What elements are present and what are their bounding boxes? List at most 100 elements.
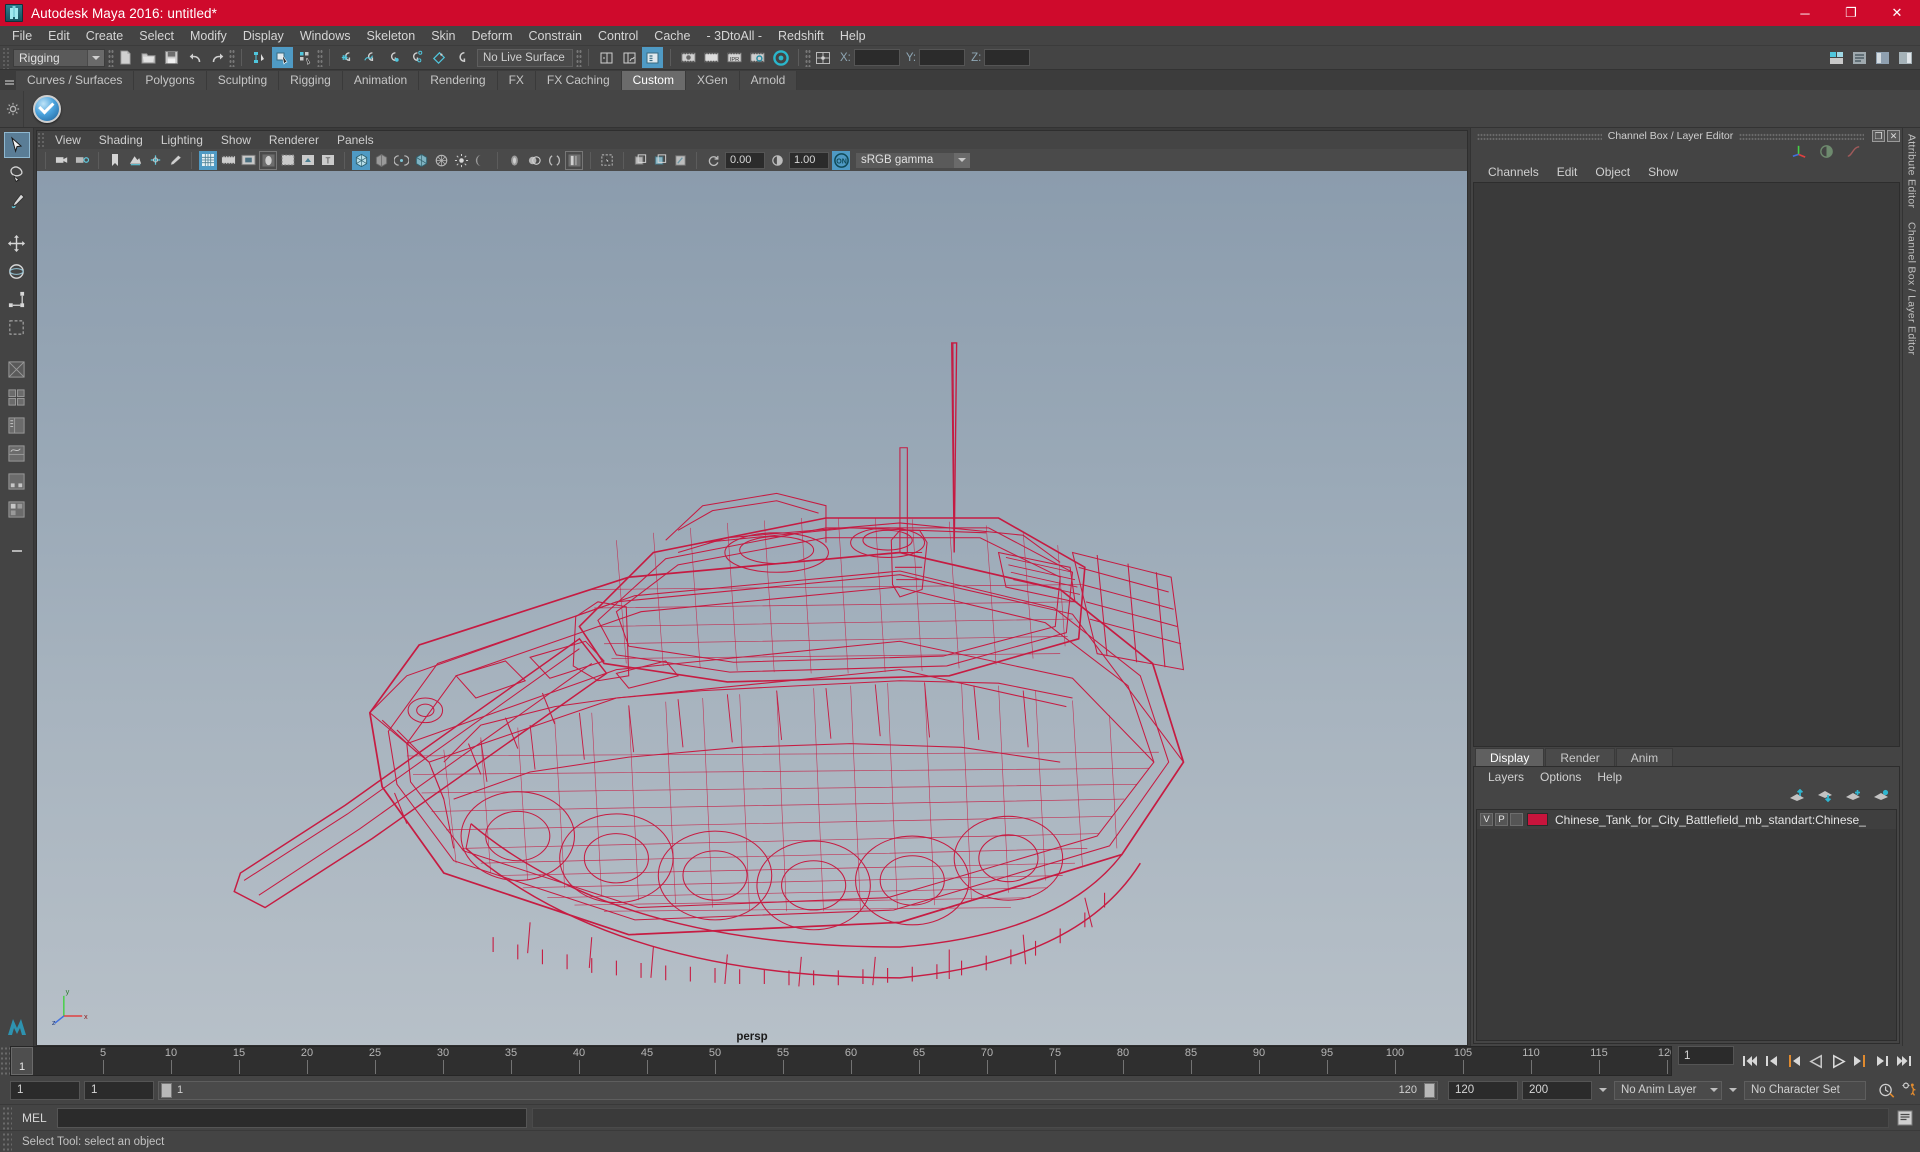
shelf-tab-fx-caching[interactable]: FX Caching [535, 71, 622, 90]
layer-name-label[interactable]: Chinese_Tank_for_City_Battlefield_mb_sta… [1555, 813, 1866, 827]
new-layer-icon[interactable] [1845, 789, 1861, 806]
menu-help[interactable]: Help [832, 26, 874, 46]
menu-redshift[interactable]: Redshift [770, 26, 832, 46]
layer-color-swatch[interactable] [1527, 813, 1548, 826]
menu-edit[interactable]: Edit [40, 26, 78, 46]
smooth-shade-all-icon[interactable] [372, 151, 390, 170]
ipr-render-button[interactable]: IPR [724, 47, 745, 68]
make-live-button[interactable] [452, 47, 473, 68]
smooth-shade-selected-icon[interactable] [392, 151, 410, 170]
animation-start-time-field[interactable]: 1 [10, 1080, 80, 1100]
shelf-tab-curves-surfaces[interactable]: Curves / Surfaces [16, 71, 135, 90]
menu-control[interactable]: Control [590, 26, 646, 46]
channelbox-menu-object[interactable]: Object [1586, 162, 1639, 182]
snap-to-point-button[interactable] [383, 47, 404, 68]
toolbar-divider-grip[interactable] [108, 48, 114, 67]
x-coordinate-field[interactable] [853, 49, 900, 66]
shelf-tab-custom[interactable]: Custom [621, 71, 686, 90]
range-start-handle[interactable] [161, 1082, 172, 1098]
move-layer-down-icon[interactable] [1817, 789, 1833, 806]
two-d-pan-zoom-icon[interactable] [146, 151, 164, 170]
multisample-aa-icon[interactable] [545, 151, 563, 170]
shelf-tab-arnold[interactable]: Arnold [739, 71, 798, 90]
shelf-tab-rigging[interactable]: Rigging [279, 71, 343, 90]
color-management-toggle-icon[interactable]: ON [832, 150, 850, 170]
panel-restore-button[interactable]: ❐ [1872, 130, 1885, 142]
safe-action-icon[interactable] [299, 151, 317, 170]
shelf-item-maya-check-badge[interactable] [30, 92, 64, 126]
viewport-menu-show[interactable]: Show [212, 131, 260, 150]
go-to-start-icon[interactable] [1740, 1051, 1760, 1071]
show-hide-channel-box-icon[interactable] [1895, 47, 1916, 68]
toolbar-divider-grip-4[interactable] [576, 48, 582, 67]
chevron-down-icon[interactable] [87, 49, 104, 66]
menu-3dtoall[interactable]: - 3DtoAll - [698, 26, 770, 46]
viewport-menu-renderer[interactable]: Renderer [260, 131, 328, 150]
y-coordinate-field[interactable] [919, 49, 966, 66]
playback-end-time-field[interactable]: 120 [1448, 1080, 1518, 1100]
viewport-menu-panels[interactable]: Panels [328, 131, 383, 150]
shelf-tab-sculpting[interactable]: Sculpting [206, 71, 280, 90]
command-language-label[interactable]: MEL [12, 1111, 57, 1125]
viewport-menu-grip[interactable] [37, 131, 46, 149]
menu-windows[interactable]: Windows [292, 26, 359, 46]
layout-persp-graph[interactable] [4, 440, 30, 466]
exposure-reset-icon[interactable] [704, 151, 722, 170]
move-layer-up-icon[interactable] [1789, 788, 1805, 806]
xray-icon[interactable] [631, 151, 649, 170]
tool-rotate[interactable] [4, 258, 30, 284]
gate-mask-icon[interactable] [259, 150, 277, 170]
layer-shading-toggle[interactable] [1510, 813, 1523, 826]
tool-last-used[interactable] [4, 314, 30, 340]
anim-curve-icon[interactable] [1845, 143, 1862, 163]
viewport-menu-lighting[interactable]: Lighting [152, 131, 212, 150]
layer-menu-options[interactable]: Options [1532, 767, 1589, 787]
use-all-lights-icon[interactable] [452, 151, 470, 170]
shelf-tab-rendering[interactable]: Rendering [419, 71, 498, 90]
menu-skeleton[interactable]: Skeleton [359, 26, 424, 46]
layout-more-layouts[interactable] [4, 496, 30, 522]
snap-to-view-planes-button[interactable] [429, 47, 450, 68]
step-forward-keyframe-icon[interactable] [1872, 1051, 1892, 1071]
undo-button[interactable] [184, 47, 205, 68]
menuset-selector[interactable]: Rigging [13, 48, 105, 67]
exposure-value-field[interactable]: 0.00 [725, 151, 765, 169]
shelf-tab-polygons[interactable]: Polygons [134, 71, 207, 90]
toggle-selection-mask-button[interactable] [812, 47, 833, 68]
menu-cache[interactable]: Cache [646, 26, 698, 46]
display-render-toggle-icon[interactable] [1818, 143, 1835, 163]
layer-menu-layers[interactable]: Layers [1480, 767, 1532, 787]
tank-wireframe-model[interactable] [37, 171, 1467, 1045]
statusline-grip[interactable] [2, 46, 10, 69]
toolbar-divider-grip-2[interactable] [229, 48, 235, 67]
image-plane-icon[interactable] [126, 151, 144, 170]
isolate-select-icon[interactable] [598, 151, 616, 170]
range-end-handle[interactable] [1424, 1082, 1435, 1098]
toggle-attribute-editor-button[interactable] [642, 47, 663, 68]
layer-visibility-toggle[interactable]: V [1480, 813, 1493, 826]
menu-create[interactable]: Create [78, 26, 132, 46]
wireframe-on-shaded-icon[interactable] [412, 151, 430, 170]
layout-single-perspective[interactable] [4, 356, 30, 382]
menu-modify[interactable]: Modify [182, 26, 235, 46]
channelbox-menu-channels[interactable]: Channels [1479, 162, 1548, 182]
range-slider-bar[interactable]: 1 120 [158, 1080, 1438, 1100]
z-coordinate-field[interactable] [984, 49, 1031, 66]
step-back-frame-icon[interactable] [1784, 1051, 1804, 1071]
channelbox-menu-show[interactable]: Show [1639, 162, 1687, 182]
script-editor-icon[interactable] [1894, 1107, 1916, 1129]
render-settings-button[interactable] [747, 47, 768, 68]
attribute-editor-vertical-tab[interactable]: Attribute Editor [1906, 134, 1918, 208]
maximize-button[interactable]: ❐ [1828, 0, 1874, 26]
menu-constrain[interactable]: Constrain [521, 26, 591, 46]
channelbox-menu-edit[interactable]: Edit [1548, 162, 1587, 182]
close-button[interactable]: ✕ [1874, 0, 1920, 26]
new-layer-from-selected-icon[interactable] [1873, 789, 1889, 806]
snap-to-grid-button[interactable] [337, 47, 358, 68]
menu-skin[interactable]: Skin [423, 26, 463, 46]
layout-four-view[interactable] [4, 384, 30, 410]
menu-select[interactable]: Select [131, 26, 182, 46]
go-to-end-icon[interactable] [1894, 1051, 1914, 1071]
anim-layer-selector[interactable]: No Anim Layer [1614, 1080, 1722, 1100]
shelf-tab-fx[interactable]: FX [497, 71, 536, 90]
